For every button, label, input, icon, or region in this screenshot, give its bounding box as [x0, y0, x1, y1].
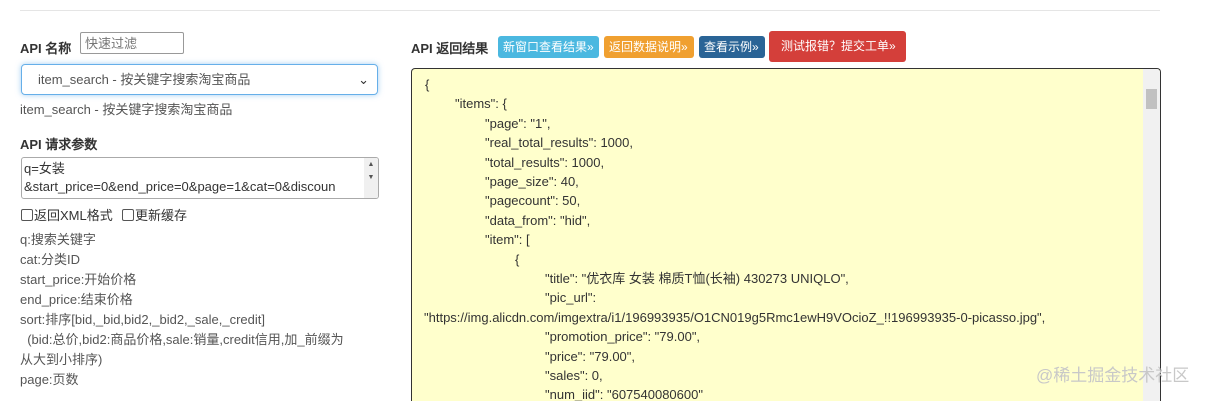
help-line: cat:分类ID	[20, 252, 80, 267]
api-select[interactable]: item_search - 按关键字搜索淘宝商品 ⌄	[21, 64, 378, 95]
json-line: "num_iid": "607540080600"	[545, 387, 703, 401]
result-label: API 返回结果	[411, 41, 489, 56]
help-line: sort:排序[bid,_bid,bid2,_bid2,_sale,_credi…	[20, 312, 265, 327]
help-line: 从大到小排序)	[20, 352, 103, 367]
help-line: start_price:开始价格	[20, 272, 137, 287]
json-line: "pic_url":	[545, 290, 597, 306]
scrollbar-thumb[interactable]	[1146, 89, 1157, 109]
help-line: end_price:结束价格	[20, 292, 133, 307]
result-textarea[interactable]: { "items": { "page": "1", "real_total_resul…	[411, 68, 1161, 401]
help-line: (bid:总价,bid2:商品价格,sale:销量,credit信用,加_前缀为	[20, 332, 344, 347]
data-description-button[interactable]: 返回数据说明»	[604, 36, 694, 58]
textarea-scrollbar[interactable]: ▲ ▼	[364, 158, 378, 198]
json-line: "total_results": 1000,	[485, 154, 605, 170]
refresh-cache-label: 更新缓存	[135, 208, 188, 223]
result-scrollbar[interactable]	[1143, 69, 1160, 401]
json-line: "item": [	[485, 232, 530, 248]
params-help: q:搜索关键字 cat:分类ID start_price:开始价格 end_pr…	[20, 230, 344, 390]
json-line: "page": "1",	[485, 115, 551, 131]
xml-format-label: 返回XML格式	[34, 208, 113, 223]
json-line: "items": {	[455, 96, 507, 112]
api-select-value: item_search - 按关键字搜索淘宝商品	[38, 72, 251, 87]
json-line: "price": "79.00",	[545, 348, 636, 364]
json-line: {	[425, 77, 430, 92]
json-line: "title": "优衣库 女装 棉质T恤(长袖) 430273 UNIQLO"…	[545, 271, 849, 286]
help-line: page:页数	[20, 372, 79, 387]
filter-input[interactable]	[80, 32, 184, 54]
refresh-cache-checkbox[interactable]: 更新缓存	[122, 205, 187, 224]
json-line: "https://img.alicdn.com/imgextra/i1/1969…	[424, 309, 1046, 325]
watermark: @稀土掘金技术社区	[1036, 366, 1190, 385]
api-description: item_search - 按关键字搜索淘宝商品	[20, 102, 233, 117]
params-textarea[interactable]: q=女装 &start_price=0&end_price=0&page=1&c…	[21, 157, 379, 199]
submit-ticket-button[interactable]: 测试报错？提交工单»	[769, 31, 906, 62]
help-line: q:搜索关键字	[20, 232, 96, 247]
checkbox-icon	[21, 208, 33, 221]
divider	[20, 10, 1160, 11]
json-line: {	[515, 251, 520, 267]
xml-format-checkbox[interactable]: 返回XML格式	[21, 205, 113, 224]
chevron-down-icon: ⌄	[358, 72, 369, 87]
params-label: API 请求参数	[20, 137, 98, 152]
json-line: "promotion_price": "79.00",	[545, 329, 701, 345]
open-new-window-button[interactable]: 新窗口查看结果»	[498, 36, 599, 58]
params-line: &start_price=0&end_price=0&page=1&cat=0&…	[24, 179, 336, 194]
view-example-button[interactable]: 查看示例»	[699, 36, 765, 58]
json-line: "pagecount": 50,	[485, 193, 581, 209]
json-line: "sales": 0,	[545, 368, 603, 383]
json-line: "real_total_results": 1000,	[485, 135, 633, 151]
json-line: "data_from": "hid",	[485, 212, 591, 228]
params-line: q=女装	[24, 161, 65, 176]
checkbox-icon	[122, 208, 134, 221]
json-line: "page_size": 40,	[485, 174, 579, 189]
api-name-label: API 名称	[20, 41, 72, 56]
